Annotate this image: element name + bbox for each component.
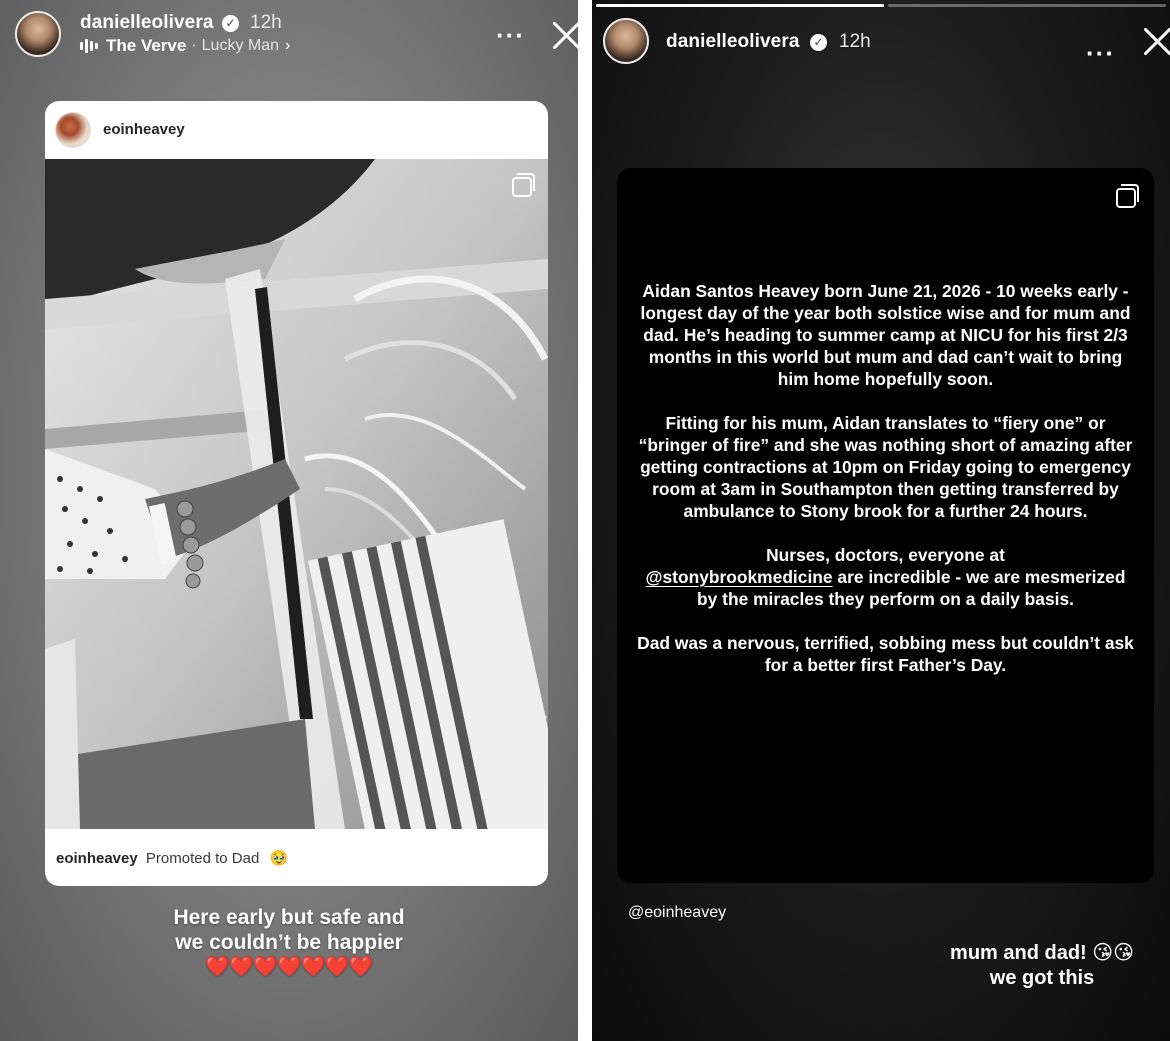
caption-line-1: Here early but safe and [173,906,405,929]
ellipsis-icon[interactable]: ··· [496,22,525,48]
shared-post-avatar[interactable] [55,112,91,148]
text-post-paragraph-4: Dad was a nervous, terrified, sobbing me… [637,633,1134,675]
caption-username[interactable]: eoinheavey [56,850,138,867]
hearts-emoji-row: ❤️❤️❤️❤️❤️❤️❤️ [205,956,373,978]
text-post-paragraph-2: Fitting for his mum, Aidan translates to… [638,413,1133,521]
music-attribution[interactable]: The Verve · Lucky Man › [80,36,290,56]
multiple-photos-icon [1116,184,1139,208]
chevron-right-icon: › [285,37,291,54]
music-song: Lucky Man [201,37,280,54]
close-icon[interactable] [1142,26,1170,56]
eoinheavey-mention-sticker[interactable]: @eoinheavey [628,904,726,922]
avatar[interactable] [15,11,61,57]
stonybrookmedicine-mention-link[interactable]: @stonybrookmedicine [646,567,833,587]
verified-badge-icon: ✓ [810,34,827,51]
paragraph-3-lead: Nurses, doctors, everyone at [766,545,1005,565]
music-artist: The Verve [106,36,187,55]
story-username[interactable]: danielleolivera [666,31,800,53]
text-post-paragraph-3: Nurses, doctors, everyone at @stonybrook… [637,544,1134,610]
close-icon[interactable] [551,20,578,50]
verified-badge-icon: ✓ [222,15,239,32]
caption-line-2: we couldn’t be happier [175,931,403,954]
caption-line-1: mum and dad! 😘😘 [950,942,1134,964]
music-separator: · [191,37,197,54]
shared-text-post-card[interactable]: Aidan Santos Heavey born June 21, 2026 -… [617,168,1154,883]
story-caption: Here early but safe and we couldn’t be h… [0,905,578,980]
text-post-body: Aidan Santos Heavey born June 21, 2026 -… [637,280,1134,698]
shared-post-username[interactable]: eoinheavey [103,121,185,138]
caption-text: Promoted to Dad [145,850,260,867]
multiple-photos-icon [512,173,535,197]
shared-post-caption: eoinheavey Promoted to Dad 🥹 [56,849,288,867]
caption-line-2: we got this [989,967,1095,989]
music-bars-icon [80,39,98,53]
story-right[interactable]: danielleolivera ✓ 12h ··· Aidan Santos H… [592,0,1170,1041]
story-left[interactable]: danielleolivera ✓ 12h ··· The Verve · Lu… [0,0,578,1041]
story-caption: mum and dad! 😘😘 we got this [932,941,1152,991]
story-time: 12h [839,31,871,52]
nicu-photo [45,159,548,829]
screenshot-divider [578,0,592,1041]
avatar[interactable] [603,18,649,64]
story-progress-segment-1 [596,4,884,7]
shared-post-photo[interactable] [45,159,548,829]
shared-post-header[interactable]: eoinheavey [45,101,548,159]
shared-post-card[interactable]: eoinheavey eoinheavey Promoted to Dad 🥹 [45,101,548,886]
text-post-paragraph-1: Aidan Santos Heavey born June 21, 2026 -… [640,281,1131,389]
ellipsis-icon[interactable]: ··· [1086,40,1115,66]
story-time: 12h [250,12,282,33]
story-progress-segment-2 [888,4,1166,7]
story-username[interactable]: danielleolivera [80,12,214,34]
pleading-face-emoji-icon: 🥹 [269,850,289,867]
